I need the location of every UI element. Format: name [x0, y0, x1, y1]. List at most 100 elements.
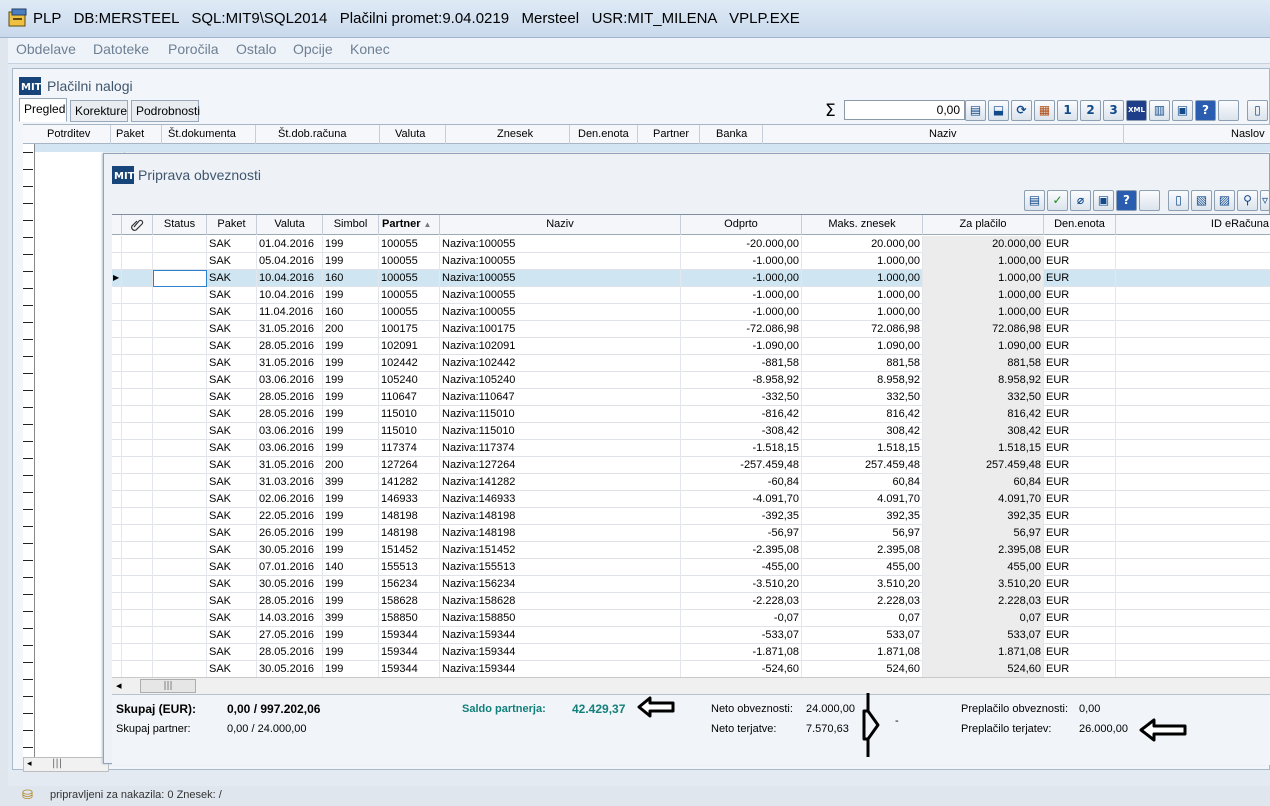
cell-id-eracuna[interactable] [1116, 644, 1270, 661]
cell-za-placilo[interactable]: 1.871,08 [923, 644, 1044, 661]
col-partner[interactable]: Partner ▲ [379, 215, 440, 235]
menu-konec[interactable]: Konec [350, 41, 390, 57]
scroll-left-icon[interactable]: ◂ [116, 679, 122, 692]
scroll-thumb[interactable]: ||| [52, 758, 62, 769]
cell-attachment[interactable] [122, 253, 153, 270]
table-row[interactable]: SAK 27.05.2016 199 159344 Naziva:159344 -533,… [112, 627, 1270, 644]
help-icon[interactable]: ? [1195, 100, 1216, 121]
cell-naziv[interactable]: Naziva:115010 [440, 406, 681, 423]
cell-odprto[interactable]: -8.958,92 [681, 372, 802, 389]
cell-naziv[interactable]: Naziva:156234 [440, 576, 681, 593]
search-icon[interactable]: ⚲ [1237, 190, 1258, 211]
cell-attachment[interactable] [122, 627, 153, 644]
cell-simbol[interactable]: 199 [323, 593, 379, 610]
row-selector[interactable] [112, 236, 122, 253]
row-selector[interactable] [112, 338, 122, 355]
table-row[interactable]: SAK 03.06.2016 199 117374 Naziva:117374 -1.51… [112, 440, 1270, 457]
cell-naziv[interactable]: Naziva:159344 [440, 627, 681, 644]
cell-attachment[interactable] [122, 559, 153, 576]
cell-partner[interactable]: 102091 [379, 338, 440, 355]
row-selector[interactable] [112, 440, 122, 457]
col-banka[interactable]: Banka [716, 128, 747, 140]
cell-id-eracuna[interactable] [1116, 355, 1270, 372]
cell-partner[interactable]: 100055 [379, 287, 440, 304]
cell-za-placilo[interactable]: 1.000,00 [923, 287, 1044, 304]
cell-den-enota[interactable]: EUR [1044, 661, 1116, 678]
cell-id-eracuna[interactable] [1116, 491, 1270, 508]
export-button[interactable]: ▦ [1034, 100, 1055, 121]
cell-status[interactable] [153, 474, 207, 491]
row-selector[interactable] [112, 644, 122, 661]
cell-paket[interactable]: SAK [207, 525, 257, 542]
cell-simbol[interactable]: 199 [323, 525, 379, 542]
cell-paket[interactable]: SAK [207, 321, 257, 338]
cell-valuta[interactable]: 28.05.2016 [257, 338, 323, 355]
col-st-dob-racuna[interactable]: Št.dob.računa [278, 128, 347, 140]
cell-simbol[interactable]: 199 [323, 661, 379, 678]
cell-partner[interactable]: 127264 [379, 457, 440, 474]
cell-paket[interactable]: SAK [207, 508, 257, 525]
cell-partner[interactable]: 115010 [379, 423, 440, 440]
cell-partner[interactable]: 151452 [379, 542, 440, 559]
cell-naziv[interactable]: Naziva:159344 [440, 661, 681, 678]
cell-za-placilo[interactable]: 1.518,15 [923, 440, 1044, 457]
cell-partner[interactable]: 146933 [379, 491, 440, 508]
cell-attachment[interactable] [122, 474, 153, 491]
cell-paket[interactable]: SAK [207, 338, 257, 355]
selected-row[interactable] [35, 144, 1270, 152]
monitor-button[interactable]: ▣ [1093, 190, 1114, 211]
cell-id-eracuna[interactable] [1116, 338, 1270, 355]
cell-za-placilo[interactable]: 524,60 [923, 661, 1044, 678]
cell-za-placilo[interactable]: 332,50 [923, 389, 1044, 406]
cell-naziv[interactable]: Naziva:155513 [440, 559, 681, 576]
row-selector[interactable] [112, 610, 122, 627]
cell-naziv[interactable]: Naziva:110647 [440, 389, 681, 406]
cell-id-eracuna[interactable] [1116, 321, 1270, 338]
blank-button[interactable] [1139, 190, 1160, 211]
table-row[interactable]: SAK 31.05.2016 199 102442 Naziva:102442 -881,… [112, 355, 1270, 372]
cell-odprto[interactable]: -533,07 [681, 627, 802, 644]
row-selector[interactable] [112, 661, 122, 678]
cell-id-eracuna[interactable] [1116, 440, 1270, 457]
cell-naziv[interactable]: Naziva:100055 [440, 253, 681, 270]
cell-maks-znesek[interactable]: 1.871,08 [802, 644, 923, 661]
cell-maks-znesek[interactable]: 2.395,08 [802, 542, 923, 559]
cell-valuta[interactable]: 14.03.2016 [257, 610, 323, 627]
table-row[interactable]: SAK 30.05.2016 199 159344 Naziva:159344 -524,… [112, 661, 1270, 678]
cell-valuta[interactable]: 05.04.2016 [257, 253, 323, 270]
cell-odprto[interactable]: -72.086,98 [681, 321, 802, 338]
cell-maks-znesek[interactable]: 533,07 [802, 627, 923, 644]
cell-paket[interactable]: SAK [207, 593, 257, 610]
cell-simbol[interactable]: 199 [323, 338, 379, 355]
cell-attachment[interactable] [122, 389, 153, 406]
cell-paket[interactable]: SAK [207, 559, 257, 576]
cell-maks-znesek[interactable]: 4.091,70 [802, 491, 923, 508]
cell-den-enota[interactable]: EUR [1044, 321, 1116, 338]
cell-simbol[interactable]: 160 [323, 270, 379, 287]
table-row[interactable]: SAK 05.04.2016 199 100055 Naziva:100055 -1.00… [112, 253, 1270, 270]
col-status[interactable]: Status [153, 215, 207, 235]
cell-paket[interactable]: SAK [207, 542, 257, 559]
table-row[interactable]: SAK 03.06.2016 199 105240 Naziva:105240 -8.95… [112, 372, 1270, 389]
cell-attachment[interactable] [122, 270, 153, 287]
cell-valuta[interactable]: 22.05.2016 [257, 508, 323, 525]
cell-den-enota[interactable]: EUR [1044, 304, 1116, 321]
scroll-left-icon[interactable]: ◂ [27, 759, 32, 769]
cell-status[interactable] [153, 661, 207, 678]
cell-simbol[interactable]: 199 [323, 355, 379, 372]
col-naziv[interactable]: Naziv [929, 128, 957, 140]
cell-naziv[interactable]: Naziva:127264 [440, 457, 681, 474]
cell-partner[interactable]: 155513 [379, 559, 440, 576]
cell-odprto[interactable]: -1.090,00 [681, 338, 802, 355]
cell-simbol[interactable]: 199 [323, 440, 379, 457]
cell-valuta[interactable]: 28.05.2016 [257, 644, 323, 661]
cell-den-enota[interactable]: EUR [1044, 406, 1116, 423]
cell-attachment[interactable] [122, 593, 153, 610]
cell-maks-znesek[interactable]: 816,42 [802, 406, 923, 423]
cell-odprto[interactable]: -257.459,48 [681, 457, 802, 474]
cell-maks-znesek[interactable]: 8.958,92 [802, 372, 923, 389]
horizontal-scrollbar[interactable]: ◂ ||| [23, 757, 109, 772]
cell-valuta[interactable]: 28.05.2016 [257, 593, 323, 610]
cell-simbol[interactable]: 199 [323, 287, 379, 304]
menu-obdelave[interactable]: Obdelave [16, 41, 76, 57]
